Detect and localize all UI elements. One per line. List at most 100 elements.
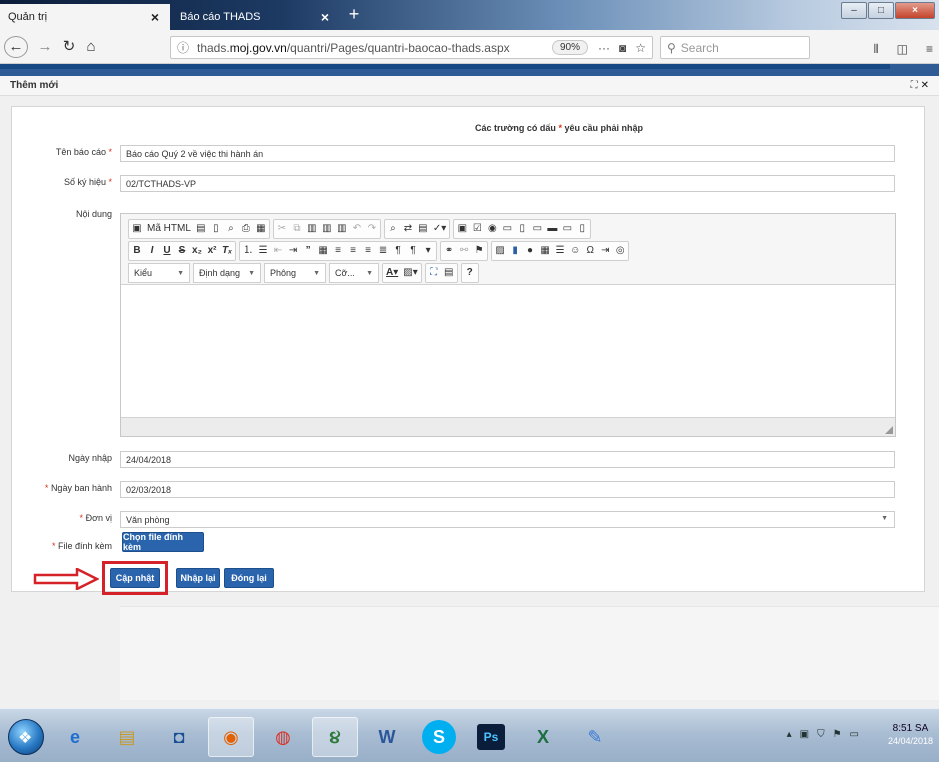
ltr-icon[interactable]: ¶ — [393, 242, 403, 260]
close-icon[interactable]: × — [318, 9, 332, 25]
search-input[interactable]: ⚲ Search — [660, 36, 810, 59]
style-dropdown[interactable]: Kiểu ▼ — [128, 263, 190, 283]
outdent-icon[interactable]: ⇤ — [273, 242, 283, 260]
embed-icon[interactable]: ● — [525, 242, 535, 260]
indent-icon[interactable]: ⇥ — [288, 242, 298, 260]
preview-icon[interactable]: ⌕ — [226, 220, 236, 238]
sidebar-icon[interactable]: ◫ — [897, 42, 908, 57]
language-icon[interactable]: ▾ — [423, 242, 433, 260]
underline-icon[interactable]: U — [162, 242, 172, 260]
select-all-icon[interactable]: ▤ — [418, 220, 428, 238]
hidden-field-icon[interactable]: ▯ — [577, 220, 587, 238]
action-center-icon[interactable]: ⚑ — [833, 729, 842, 740]
home-icon[interactable]: ⌂ — [80, 36, 102, 58]
skype-icon[interactable]: S — [422, 720, 456, 754]
close-button[interactable]: Đóng lại — [224, 568, 274, 588]
table-icon[interactable]: ▦ — [540, 242, 550, 260]
bookmark-star-icon[interactable]: ☆ — [635, 41, 646, 55]
tab-quan-tri[interactable]: Quản trị × — [0, 4, 170, 30]
form-icon[interactable]: ▣ — [457, 220, 467, 238]
tab-bao-cao-thads[interactable]: Báo cáo THADS × — [172, 4, 340, 30]
subscript-icon[interactable]: x₂ — [192, 242, 202, 260]
source-icon[interactable]: ▣ — [132, 220, 142, 238]
save-icon[interactable]: ▤ — [196, 220, 206, 238]
coccoc-icon[interactable]: ૪ — [312, 717, 358, 757]
link-icon[interactable]: ⚭ — [444, 242, 454, 260]
strikethrough-icon[interactable]: S — [177, 242, 187, 260]
templates-icon[interactable]: ▦ — [256, 220, 266, 238]
network-icon[interactable]: ▭ — [850, 729, 859, 740]
minimize-icon[interactable]: – — [841, 2, 867, 19]
copy-icon[interactable]: ⧉ — [292, 220, 302, 238]
undo-icon[interactable]: ↶ — [352, 220, 362, 238]
resize-grip-icon[interactable] — [885, 426, 893, 434]
page-break-icon[interactable]: ⇥ — [600, 242, 610, 260]
iframe-icon[interactable]: ◎ — [615, 242, 625, 260]
word-icon[interactable]: W — [364, 717, 410, 757]
paste-word-icon[interactable]: ▥ — [337, 220, 347, 238]
redo-icon[interactable]: ↷ — [367, 220, 377, 238]
reset-button[interactable]: Nhập lại — [176, 568, 220, 588]
special-char-icon[interactable]: Ω — [585, 242, 595, 260]
excel-icon[interactable]: X — [520, 717, 566, 757]
fullscreen-icon[interactable]: ⛶ — [911, 80, 918, 91]
superscript-icon[interactable]: x² — [207, 242, 217, 260]
rtl-icon[interactable]: ¶ — [408, 242, 418, 260]
info-icon[interactable]: ⓘ — [177, 39, 191, 56]
bold-icon[interactable]: B — [132, 242, 142, 260]
maximize-icon[interactable]: □ — [868, 2, 894, 19]
align-center-icon[interactable]: ≡ — [348, 242, 358, 260]
select-field-icon[interactable]: ▭ — [532, 220, 542, 238]
tray-app-icon[interactable]: ▣ — [800, 729, 809, 740]
spellcheck-icon[interactable]: ✓▾ — [433, 220, 446, 238]
file-explorer-icon[interactable]: ▤ — [104, 717, 150, 757]
print-icon[interactable]: ⎙ — [241, 220, 251, 238]
checkbox-icon[interactable]: ☑ — [472, 220, 482, 238]
maximize-editor-icon[interactable]: ⛶ — [429, 264, 439, 282]
page-actions-icon[interactable]: ··· — [598, 41, 610, 55]
italic-icon[interactable]: I — [147, 242, 157, 260]
close-icon[interactable]: × — [148, 9, 162, 25]
textfield-icon[interactable]: ▭ — [502, 220, 512, 238]
horizontal-line-icon[interactable]: ☰ — [555, 242, 565, 260]
background-color-icon[interactable]: ▨▾ — [403, 264, 417, 282]
editor-content-area[interactable] — [121, 285, 895, 417]
outlook-icon[interactable]: ◘ — [156, 717, 202, 757]
choose-file-button[interactable]: Chọn file đính kèm — [122, 532, 204, 552]
anchor-icon[interactable]: ⚑ — [474, 242, 484, 260]
help-icon[interactable]: ? — [465, 264, 475, 282]
reload-icon[interactable]: ↻ — [58, 36, 80, 58]
menu-icon[interactable]: ≡ — [926, 42, 933, 57]
issue-date-field[interactable]: 02/03/2018 — [120, 481, 895, 498]
align-left-icon[interactable]: ≡ — [333, 242, 343, 260]
blockquote-icon[interactable]: ” — [303, 242, 313, 260]
align-right-icon[interactable]: ≡ — [363, 242, 373, 260]
textarea-icon[interactable]: ▯ — [517, 220, 527, 238]
photoshop-icon[interactable]: Ps — [477, 724, 505, 750]
cut-icon[interactable]: ✂ — [277, 220, 287, 238]
firefox-icon[interactable]: ◉ — [208, 717, 254, 757]
font-dropdown[interactable]: Phông ▼ — [264, 263, 326, 283]
library-icon[interactable]: ⫴ — [874, 42, 879, 57]
tray-expand-icon[interactable]: ▴ — [787, 729, 792, 740]
paint-icon[interactable]: ✎ — [572, 717, 618, 757]
show-blocks-icon[interactable]: ▤ — [444, 264, 454, 282]
replace-icon[interactable]: ⇄ — [403, 220, 413, 238]
start-button[interactable]: ❖ — [8, 719, 44, 755]
unit-select[interactable]: Văn phòng ▼ — [120, 511, 895, 528]
image-button-icon[interactable]: ▭ — [562, 220, 572, 238]
div-container-icon[interactable]: ▦ — [318, 242, 328, 260]
smiley-icon[interactable]: ☺ — [570, 242, 580, 260]
zoom-level[interactable]: 90% — [551, 40, 588, 55]
new-tab-button[interactable]: + — [343, 4, 365, 26]
window-close-icon[interactable]: × — [895, 2, 935, 19]
chrome-icon[interactable]: ◍ — [260, 717, 306, 757]
pocket-icon[interactable]: ◙ — [619, 41, 626, 55]
new-page-icon[interactable]: ▯ — [211, 220, 221, 238]
bulleted-list-icon[interactable]: ☰ — [258, 242, 268, 260]
internet-explorer-icon[interactable]: e — [52, 717, 98, 757]
back-arrow-icon[interactable]: ← — [4, 36, 28, 58]
paste-text-icon[interactable]: ▥ — [322, 220, 332, 238]
numbered-list-icon[interactable]: ⒈ — [243, 242, 253, 260]
address-bar[interactable]: ⓘ thads.moj.gov.vn/quantri/Pages/quantri… — [170, 36, 653, 59]
